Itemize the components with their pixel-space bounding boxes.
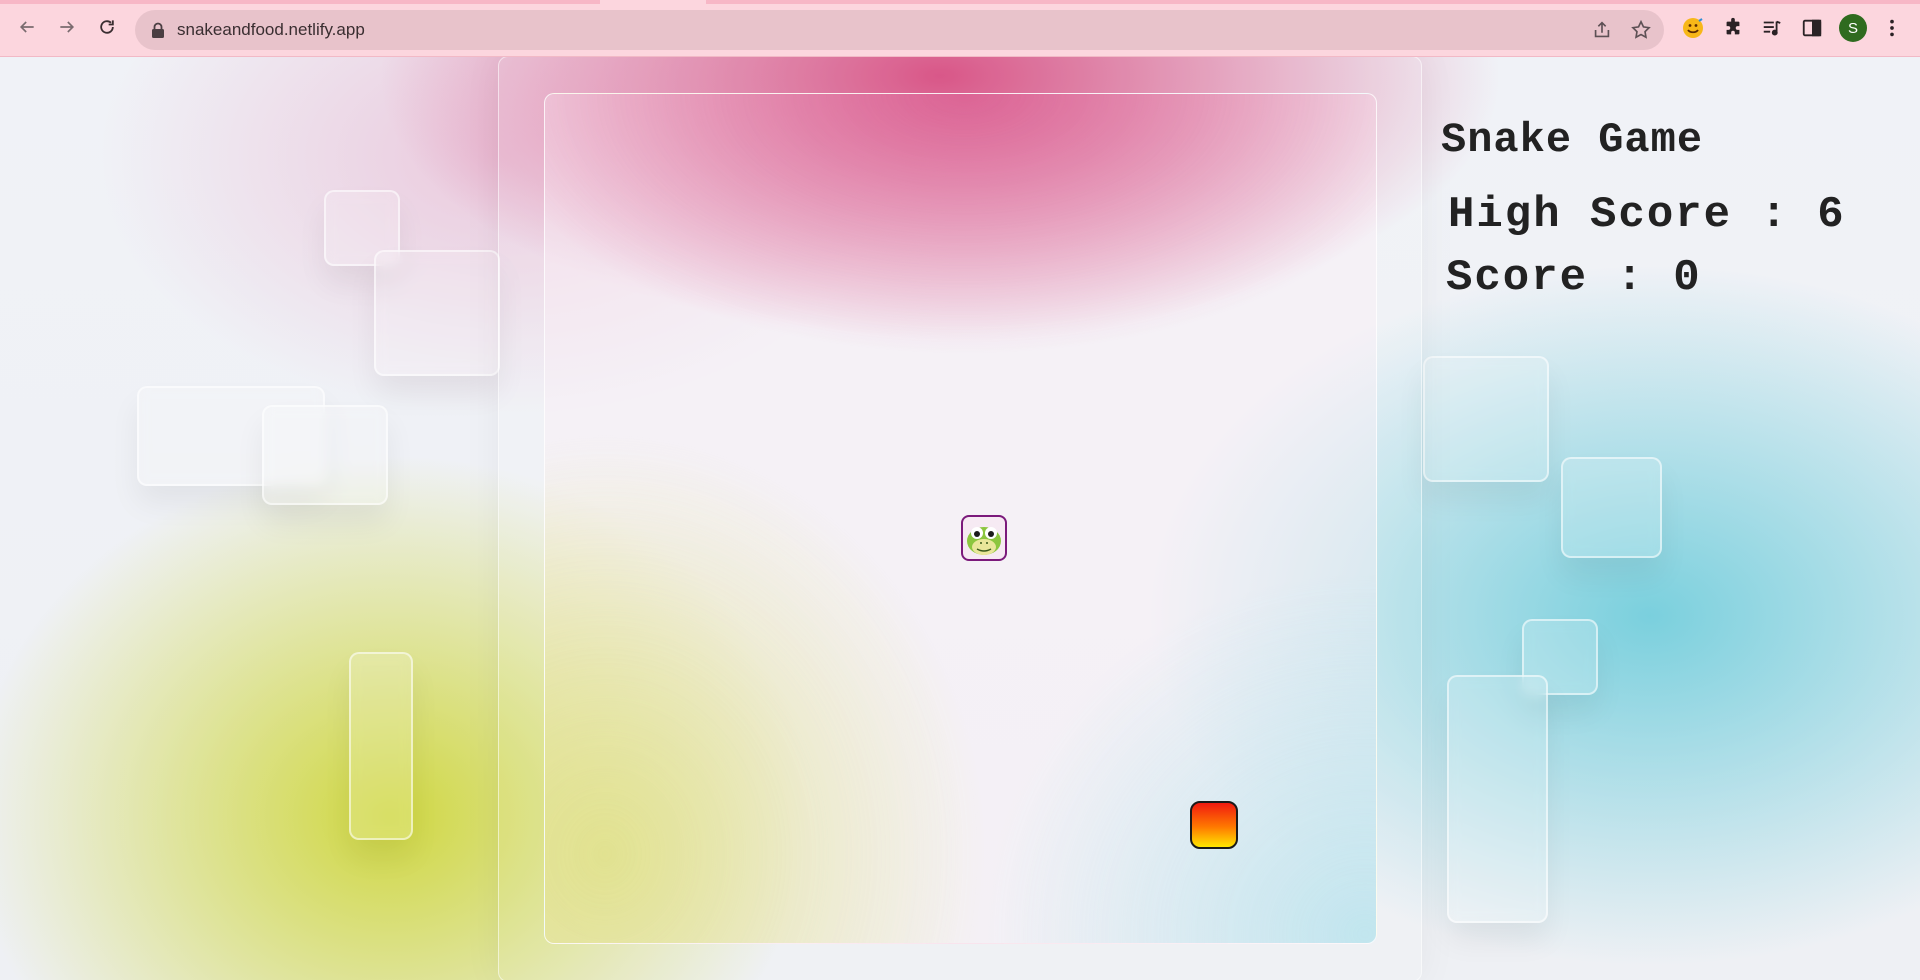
decor-glass-square xyxy=(1561,457,1662,558)
profile-avatar[interactable]: S xyxy=(1839,14,1867,42)
emoji-extension-icon[interactable] xyxy=(1680,15,1706,41)
game-board[interactable] xyxy=(544,93,1377,944)
score-value: 0 xyxy=(1673,253,1702,303)
high-score-label: High Score : xyxy=(1448,190,1818,240)
game-title: Snake Game xyxy=(1441,116,1704,164)
reload-icon[interactable] xyxy=(93,13,121,41)
high-score: High Score : 6 xyxy=(1448,190,1846,240)
snake-face-icon xyxy=(967,527,1001,555)
decor-glass-square xyxy=(1447,675,1548,923)
address-bar[interactable]: snakeandfood.netlify.app xyxy=(135,10,1664,50)
side-panel-icon[interactable] xyxy=(1799,15,1825,41)
url-text: snakeandfood.netlify.app xyxy=(177,20,365,39)
media-control-icon[interactable] xyxy=(1759,15,1785,41)
decor-glass-square xyxy=(262,405,388,505)
snake-head xyxy=(961,515,1007,561)
browser-toolbar: snakeandfood.netlify.app S xyxy=(0,0,1920,57)
active-tab[interactable] xyxy=(600,0,706,4)
forward-arrow-icon[interactable] xyxy=(53,13,81,41)
page-background: Snake Game High Score : 6 Score : 0 xyxy=(0,56,1920,980)
decor-glass-square xyxy=(349,652,413,840)
decor-glass-square xyxy=(1423,356,1549,482)
score-label: Score : xyxy=(1446,253,1674,303)
food-item xyxy=(1190,801,1238,849)
share-icon[interactable] xyxy=(1591,19,1613,41)
decor-glass-square xyxy=(374,250,500,376)
menu-kebab-icon[interactable] xyxy=(1879,15,1905,41)
puzzle-extension-icon[interactable] xyxy=(1720,15,1746,41)
current-score: Score : 0 xyxy=(1446,253,1702,303)
lock-icon[interactable] xyxy=(151,22,165,38)
high-score-value: 6 xyxy=(1817,190,1846,240)
back-arrow-icon[interactable] xyxy=(13,13,41,41)
star-icon[interactable] xyxy=(1630,19,1652,41)
tab-strip xyxy=(0,0,1920,4)
